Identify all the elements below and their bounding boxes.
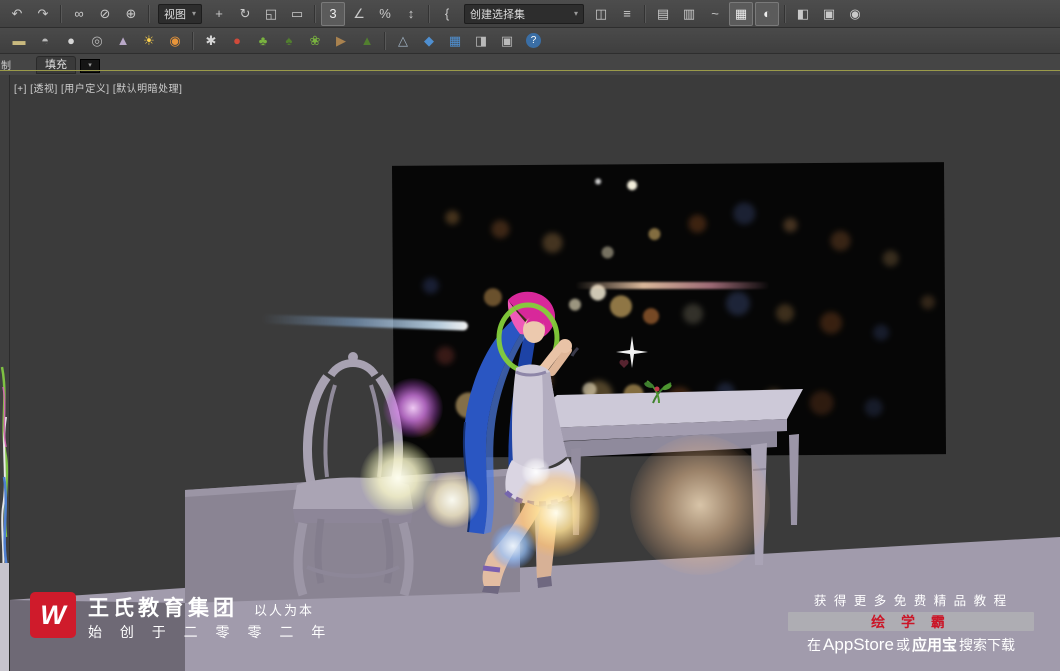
promo-line1: 获 得 更 多 免 费 精 品 教 程 xyxy=(813,594,1009,608)
grid-icon[interactable]: ▦ xyxy=(443,29,467,53)
snowflake-icon[interactable]: ✱ xyxy=(199,29,223,53)
redo-icon[interactable]: ↷ xyxy=(31,2,55,26)
promo-store-appstore: AppStore xyxy=(823,635,894,654)
selection-set-label: 创建选择集 xyxy=(470,8,526,21)
flower-icon[interactable]: ❀ xyxy=(303,29,327,53)
view-dropdown-label: 视图 xyxy=(164,8,186,21)
ribbon-icon[interactable]: ▥ xyxy=(677,2,701,26)
unlink-icon[interactable]: ⊘ xyxy=(93,2,117,26)
objects-toolbar: ▬ ◓ ● ◎ ▲ ☀ ◉ ✱ ● ♣ ♠ ❀ ▶ ▲ △ ◆ ▦ ◨ ▣ ? xyxy=(0,28,1060,54)
sparkle-icon xyxy=(616,336,648,368)
view-dropdown[interactable]: 视图 ▾ xyxy=(158,3,203,24)
brand-logo: W xyxy=(30,592,76,638)
left-strip-floor xyxy=(0,563,9,671)
bind-spacewarp-icon[interactable]: ⊕ xyxy=(119,2,143,26)
brand-slogan: 以人为本 xyxy=(254,603,315,618)
toolbar-separator xyxy=(148,4,150,23)
panel-icon[interactable]: ◨ xyxy=(469,29,493,53)
undo-icon[interactable]: ↶ xyxy=(5,2,29,26)
dome-icon[interactable]: ◓ xyxy=(33,29,57,53)
percent-snap-icon[interactable]: % xyxy=(373,2,397,26)
toolbar-separator xyxy=(314,4,317,23)
left-viewport-edge[interactable] xyxy=(0,75,10,671)
keyboard-override-icon[interactable]: { xyxy=(435,2,459,26)
ring-icon[interactable]: ◉ xyxy=(163,29,187,53)
promo-watermark: 获 得 更 多 免 费 精 品 教 程 绘 学 霸 在 AppStore 或 应… xyxy=(788,590,1034,655)
chevron-down-icon: ▾ xyxy=(192,9,197,18)
layer-manager-icon[interactable]: ▤ xyxy=(651,2,675,26)
dock-highlight-line xyxy=(0,70,1060,71)
torus-icon[interactable]: ◎ xyxy=(85,29,109,53)
sphere-icon[interactable]: ● xyxy=(59,29,83,53)
promo-app-badge: 绘 学 霸 xyxy=(788,612,1034,631)
marker-icon[interactable]: ● xyxy=(225,29,249,53)
angle-snap-icon[interactable]: ∠ xyxy=(347,2,371,26)
selection-set-field[interactable]: 创建选择集 ▾ xyxy=(464,3,585,24)
toolbar-separator xyxy=(428,4,431,23)
conifer-icon[interactable]: ▲ xyxy=(355,29,379,53)
left-strip-scribbles xyxy=(0,366,9,583)
brand-name: 王氏教育集团 xyxy=(88,597,238,620)
toolbar-separator xyxy=(60,4,62,23)
promo-line2-or: 或 xyxy=(895,637,910,653)
toolbar-separator xyxy=(192,31,194,50)
help-icon[interactable]: ? xyxy=(526,33,541,48)
perspective-viewport[interactable]: [+] [透视] [用户定义] [默认明暗处理] xyxy=(0,75,1060,671)
chevron-down-icon: ▾ xyxy=(574,9,579,18)
frame-icon[interactable]: ▣ xyxy=(495,29,519,53)
select-link-icon[interactable]: ∞ xyxy=(67,2,91,26)
3dsmax-window: ↶ ↷ ∞ ⊘ ⊕ 视图 ▾ + ↻ ◱ ▭ 3 ∠ % ↕ { 创建选择集 ▾… xyxy=(0,0,1060,671)
spinner-snap-icon[interactable]: ↕ xyxy=(399,2,423,26)
plane-icon[interactable]: ▬ xyxy=(7,29,31,53)
render-setup-icon[interactable]: ◧ xyxy=(791,2,815,26)
rendered-frame-icon[interactable]: ▣ xyxy=(817,2,841,26)
main-toolbar: ↶ ↷ ∞ ⊘ ⊕ 视图 ▾ + ↻ ◱ ▭ 3 ∠ % ↕ { 创建选择集 ▾… xyxy=(0,0,1060,28)
scale-icon[interactable]: ◱ xyxy=(259,2,283,26)
mirror-icon[interactable]: ◫ xyxy=(589,2,613,26)
tab-fill[interactable]: 填充 xyxy=(36,56,76,74)
foliage-icon[interactable]: ♣ xyxy=(251,29,275,53)
move-icon[interactable]: + xyxy=(207,2,231,26)
bird-icon[interactable]: ▶ xyxy=(329,29,353,53)
water-icon[interactable]: ◆ xyxy=(417,29,441,53)
tree-icon[interactable]: ♠ xyxy=(277,29,301,53)
tool-tab-row: 制 填充 ▾ xyxy=(0,54,1060,75)
rotate-icon[interactable]: ↻ xyxy=(233,2,257,26)
terrain-icon[interactable]: △ xyxy=(391,29,415,53)
promo-line2-pre: 在 xyxy=(807,637,822,653)
toolbar-separator xyxy=(644,4,647,23)
viewport-label[interactable]: [+] [透视] [用户定义] [默认明暗处理] xyxy=(14,80,182,95)
brand-watermark: W 王氏教育集团 以人为本 始 创 于 二 零 零 二 年 xyxy=(30,592,332,642)
promo-line2-post: 搜索下载 xyxy=(958,637,1015,653)
toolbar-separator xyxy=(784,4,787,23)
character-model[interactable] xyxy=(420,280,640,600)
curve-editor-icon[interactable]: ~ xyxy=(703,2,727,26)
promo-store-yyb: 应用宝 xyxy=(911,637,957,654)
material-editor-icon[interactable]: ◐ xyxy=(755,1,780,26)
render-icon[interactable]: ◉ xyxy=(843,2,867,26)
pyramid-icon[interactable]: ▲ xyxy=(111,29,135,53)
align-icon[interactable]: ≡ xyxy=(615,2,639,26)
schedule-icon[interactable]: ▦ xyxy=(729,1,754,26)
sun-icon[interactable]: ☀ xyxy=(137,29,161,53)
region-select-icon[interactable]: ▭ xyxy=(285,2,309,26)
promo-line2: 在 AppStore 或 应用宝 搜索下载 xyxy=(788,634,1034,655)
promo-app-name: 绘 学 霸 xyxy=(871,613,951,630)
toolbar-separator xyxy=(384,31,386,50)
brand-since: 始 创 于 二 零 零 二 年 xyxy=(88,624,333,640)
snap-toggle-icon[interactable]: 3 xyxy=(321,1,346,26)
